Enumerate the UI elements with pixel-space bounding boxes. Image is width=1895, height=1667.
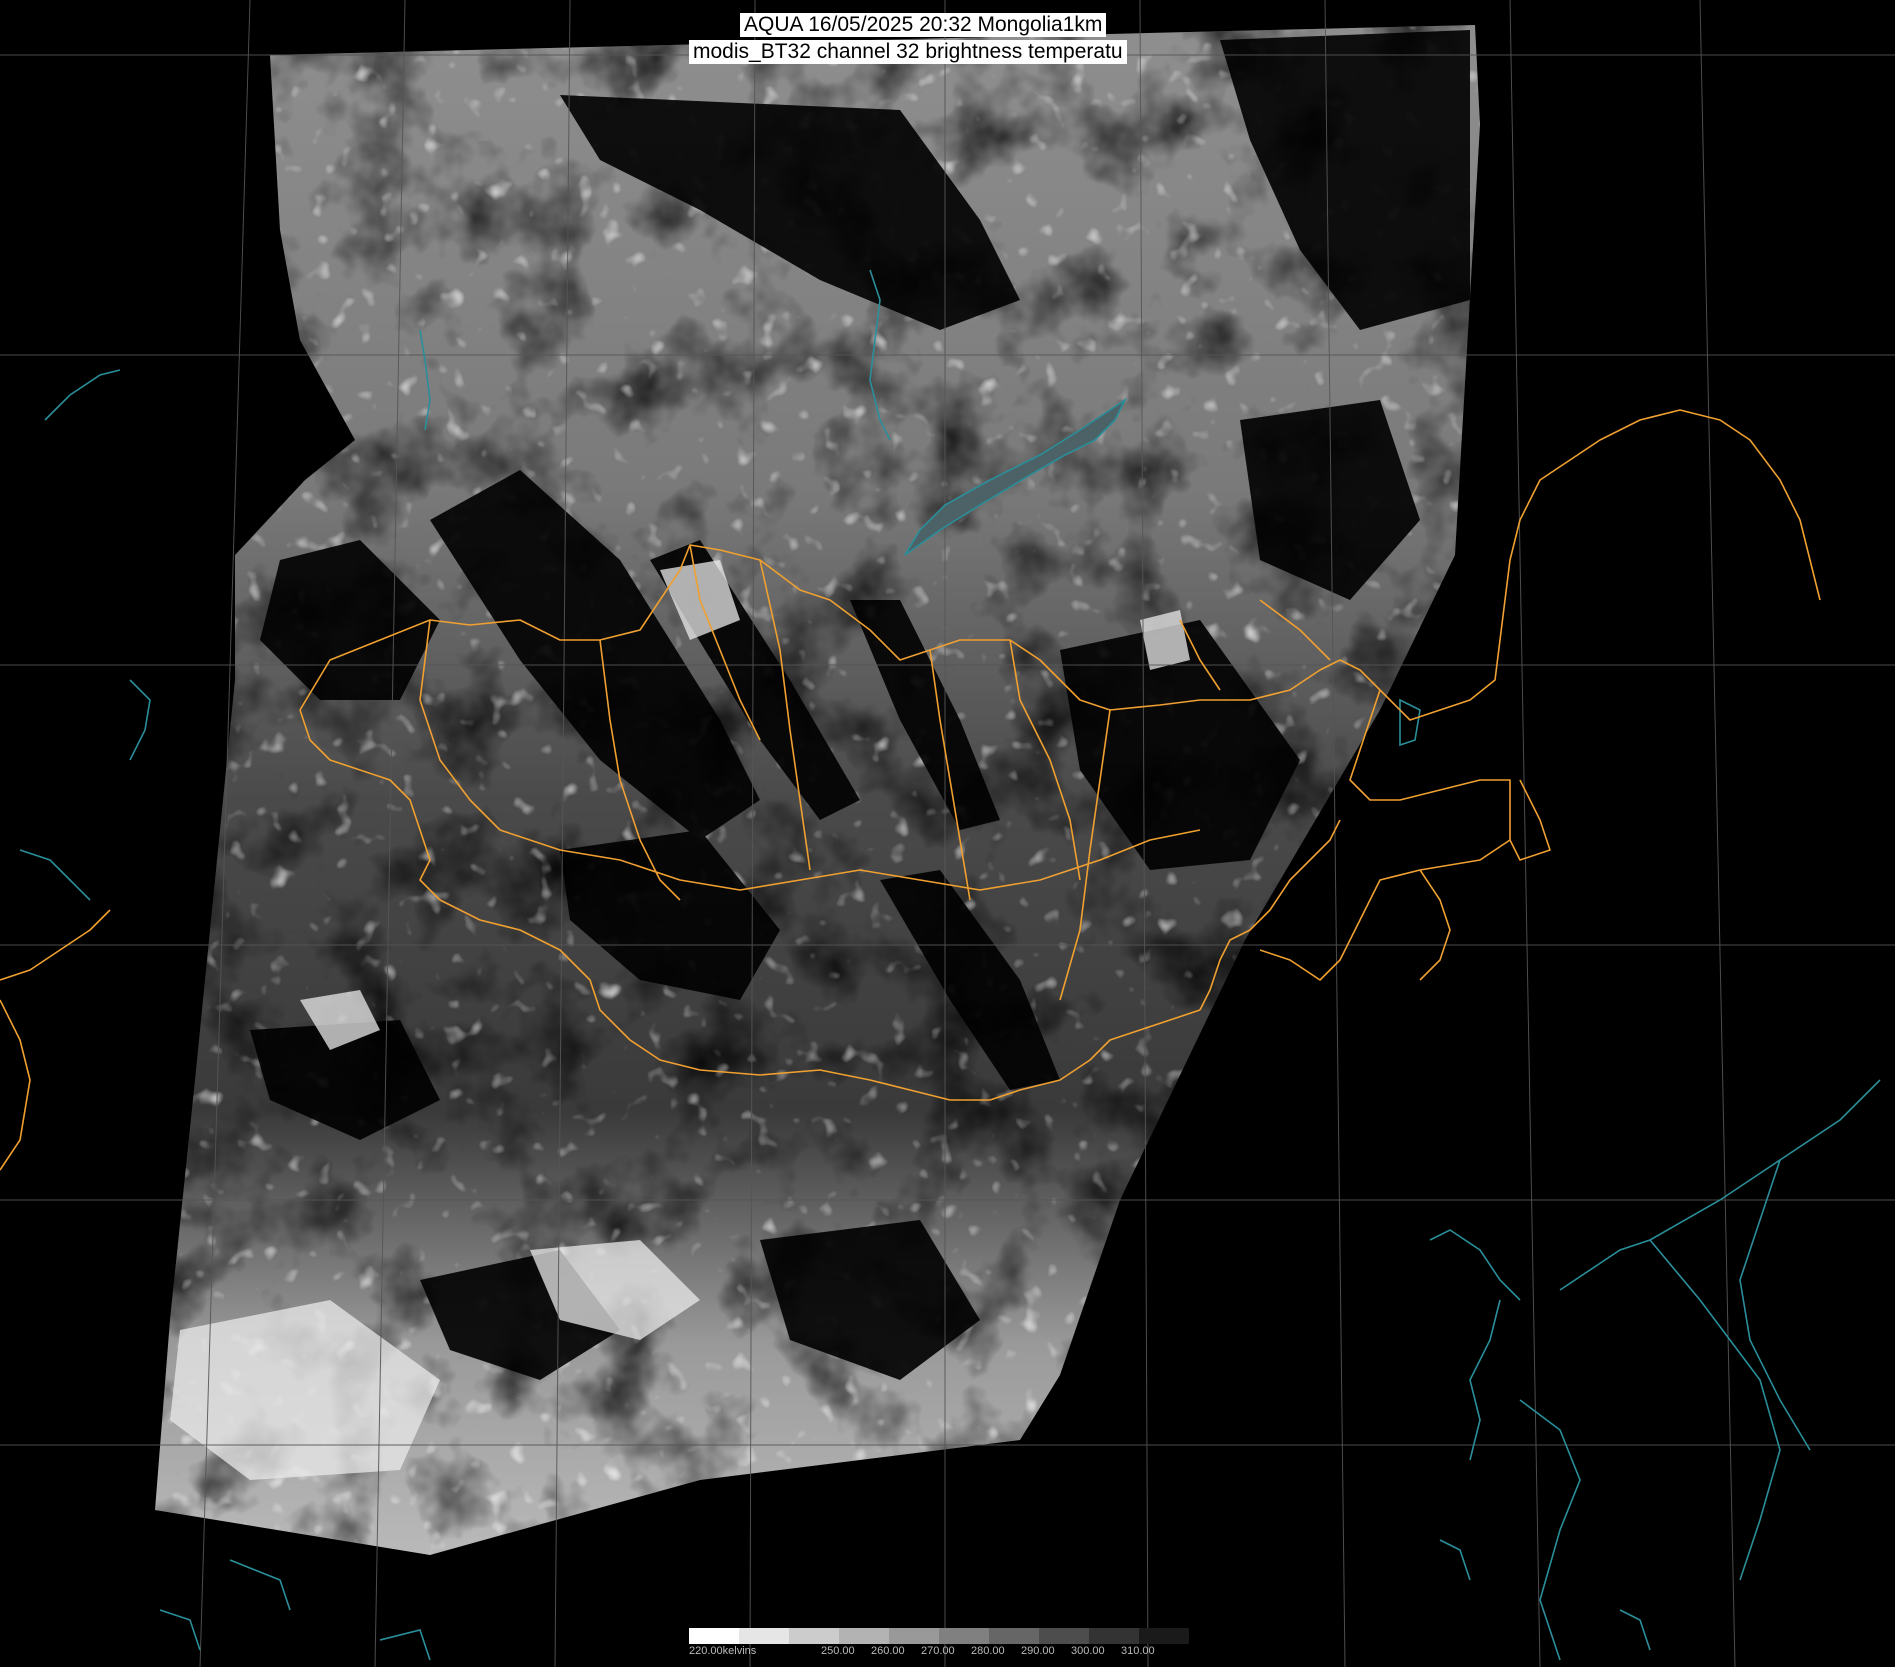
legend-tick: 270.00 (921, 1645, 955, 1657)
satellite-swath (155, 25, 1480, 1555)
legend-swatch (1139, 1628, 1189, 1644)
satellite-map (0, 0, 1895, 1667)
legend-tick: 250.00 (821, 1645, 855, 1657)
legend-swatch (789, 1628, 839, 1644)
legend-tick: 310.00 (1121, 1645, 1155, 1657)
legend-unit-label: 220.00kelvins (689, 1645, 757, 1657)
legend-tick: 290.00 (1021, 1645, 1055, 1657)
legend-swatch (1039, 1628, 1089, 1644)
legend-tick: 280.00 (971, 1645, 1005, 1657)
legend-swatch (889, 1628, 939, 1644)
legend-tick: 260.00 (871, 1645, 905, 1657)
legend-swatch (1089, 1628, 1139, 1644)
map-subtitle: modis_BT32 channel 32 brightness tempera… (689, 40, 1127, 64)
color-legend: 220.00kelvins 250.00 260.00 270.00 280.0… (689, 1628, 1199, 1658)
legend-tick: 300.00 (1071, 1645, 1105, 1657)
legend-swatch (739, 1628, 789, 1644)
legend-swatch (989, 1628, 1039, 1644)
legend-swatch (939, 1628, 989, 1644)
legend-swatch (689, 1628, 739, 1644)
map-title: AQUA 16/05/2025 20:32 Mongolia1km (740, 13, 1107, 37)
legend-swatch (839, 1628, 889, 1644)
